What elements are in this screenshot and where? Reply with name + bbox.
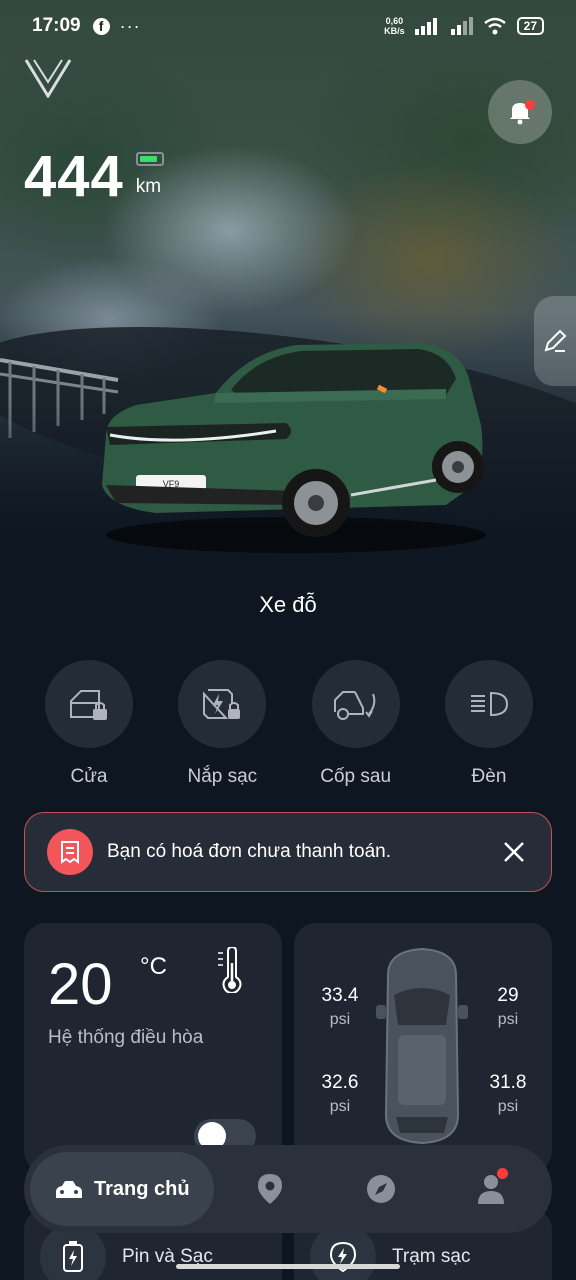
temperature-unit: °C bbox=[140, 953, 167, 980]
door-button[interactable] bbox=[45, 660, 133, 748]
bill-icon bbox=[61, 841, 79, 864]
battery-charge-icon bbox=[63, 1241, 83, 1272]
climate-card[interactable]: 20 °C Hệ thống điều hòa bbox=[24, 923, 282, 1173]
range-display: 444 km bbox=[24, 142, 164, 212]
alert-message: Bạn có hoá đơn chưa thanh toán. bbox=[107, 841, 391, 862]
notification-button[interactable] bbox=[488, 80, 552, 144]
gesture-bar[interactable] bbox=[176, 1264, 400, 1269]
edit-background-button[interactable] bbox=[534, 296, 576, 386]
lights-control[interactable]: Đèn bbox=[444, 660, 534, 788]
climate-title: Hệ thống điều hòa bbox=[48, 1027, 204, 1048]
trunk-control[interactable]: Cốp sau bbox=[311, 660, 401, 788]
nav-map-tab[interactable] bbox=[258, 1174, 282, 1209]
more-notifications-icon: ··· bbox=[119, 15, 141, 36]
vinfast-logo bbox=[24, 59, 72, 98]
quick-controls: Cửa Nắp sạc Cốp sau Đèn bbox=[44, 660, 534, 788]
cabin-temperature: 20 bbox=[48, 952, 113, 1017]
facebook-icon: f bbox=[92, 17, 110, 35]
trunk-label: Cốp sau bbox=[320, 766, 392, 787]
door-lock-icon bbox=[70, 690, 107, 720]
tire-rear-right: 31.8 psi bbox=[489, 1072, 527, 1115]
range-unit: km bbox=[135, 176, 162, 197]
unpaid-bill-alert[interactable]: Bạn có hoá đơn chưa thanh toán. bbox=[24, 812, 552, 892]
compass-icon bbox=[367, 1175, 395, 1203]
close-alert-button[interactable] bbox=[499, 837, 529, 867]
signal-icon-2 bbox=[450, 17, 473, 35]
home-icon bbox=[56, 1181, 82, 1198]
profile-notification-dot bbox=[497, 1168, 508, 1179]
notification-dot bbox=[525, 100, 535, 110]
lights-label: Đèn bbox=[471, 766, 507, 787]
headlight-icon bbox=[470, 691, 508, 717]
pencil-icon bbox=[544, 329, 567, 352]
signal-icon bbox=[414, 18, 437, 35]
status-bar: 17:09 f ··· 0,60 KB/s 27 bbox=[0, 0, 576, 52]
car-top-view-icon bbox=[376, 947, 468, 1145]
tire-rear-left: 32.6 psi bbox=[321, 1072, 359, 1115]
charging-station-label: Trạm sạc bbox=[392, 1246, 471, 1267]
network-speed: 0,60 KB/s bbox=[384, 16, 405, 36]
battery-indicator: 27 bbox=[516, 17, 544, 35]
door-label: Cửa bbox=[70, 766, 108, 787]
nav-home-tab[interactable]: Trang chủ bbox=[30, 1152, 214, 1226]
nav-profile-tab[interactable] bbox=[478, 1168, 508, 1209]
trunk-button[interactable] bbox=[311, 660, 400, 748]
thermometer-icon bbox=[218, 947, 242, 993]
bill-icon-badge bbox=[47, 829, 93, 875]
nav-home-label: Trang chủ bbox=[94, 1177, 190, 1200]
tire-front-right: 29 psi bbox=[497, 985, 519, 1028]
bottom-navigation: Trang chủ bbox=[24, 1145, 552, 1233]
battery-level-icon bbox=[135, 152, 164, 166]
range-value: 444 bbox=[24, 144, 124, 209]
charge-port-lock-icon bbox=[203, 689, 241, 719]
tire-pressure-card[interactable]: 33.4 psi 29 psi 32.6 psi 31.8 psi bbox=[294, 923, 552, 1173]
charge-port-control[interactable]: Nắp sạc bbox=[177, 660, 267, 788]
tire-front-left: 33.4 psi bbox=[321, 985, 359, 1028]
vehicle-state: Xe đỗ bbox=[259, 592, 317, 617]
nav-explore-tab[interactable] bbox=[366, 1174, 396, 1209]
wifi-icon bbox=[483, 17, 506, 35]
trunk-icon bbox=[333, 691, 375, 720]
door-control[interactable]: Cửa bbox=[44, 660, 134, 788]
vehicle-image: VF9 bbox=[102, 343, 486, 553]
clock: 17:09 bbox=[32, 15, 81, 36]
lights-button[interactable] bbox=[444, 660, 533, 748]
close-icon bbox=[504, 842, 524, 862]
location-icon bbox=[258, 1174, 282, 1204]
charge-port-label: Nắp sạc bbox=[187, 766, 258, 787]
charge-port-button[interactable] bbox=[178, 660, 267, 748]
